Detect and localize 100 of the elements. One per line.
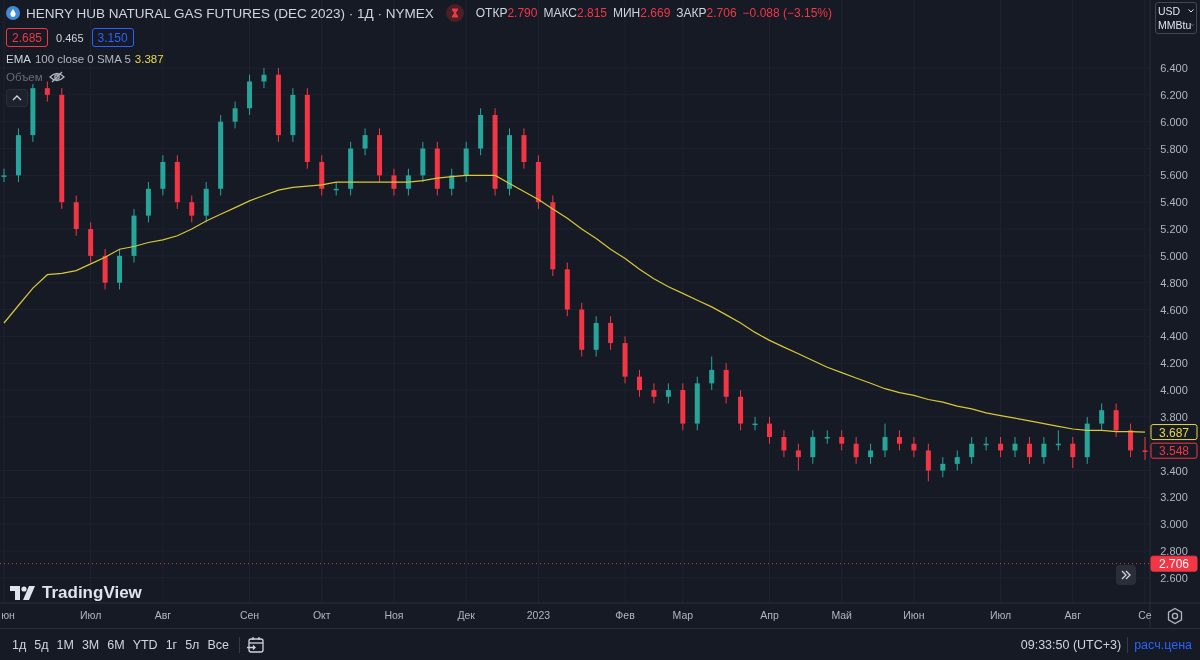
candle bbox=[1012, 436, 1018, 458]
candle bbox=[478, 107, 484, 156]
candle bbox=[521, 127, 527, 170]
price-change: −0.088 (−3.15%) bbox=[742, 6, 832, 20]
candle bbox=[983, 436, 989, 451]
collapse-button[interactable] bbox=[6, 89, 28, 107]
candle bbox=[1070, 436, 1076, 469]
candle bbox=[30, 83, 36, 143]
candle bbox=[377, 127, 382, 183]
x-axis-label: Авг bbox=[1064, 609, 1081, 621]
candle bbox=[333, 181, 339, 196]
x-axis-label: Се bbox=[1138, 609, 1152, 621]
y-axis-label: 3.400 bbox=[1160, 464, 1188, 477]
candle bbox=[362, 127, 368, 156]
y-axis-label: 5.200 bbox=[1160, 223, 1188, 236]
candle bbox=[247, 74, 253, 116]
range-button[interactable]: Все bbox=[203, 635, 233, 654]
candle bbox=[680, 382, 686, 431]
currency-select[interactable]: USD bbox=[1156, 5, 1196, 17]
candle bbox=[463, 141, 469, 183]
range-button[interactable]: 6М bbox=[103, 635, 129, 654]
candle bbox=[998, 436, 1004, 458]
y-axis-label: 5.800 bbox=[1160, 142, 1188, 155]
scroll-to-end-button[interactable] bbox=[1116, 565, 1136, 585]
chevron-down-icon bbox=[1191, 23, 1194, 27]
y-axis-label: 2.600 bbox=[1160, 571, 1188, 584]
ref-line-label: 2.706 bbox=[1158, 557, 1190, 572]
range-button[interactable]: 5д bbox=[30, 635, 53, 654]
symbol-title: HENRY HUB NATURAL GAS FUTURES (DEC 2023) · 1Д · NYMEX bbox=[26, 5, 434, 21]
candle bbox=[767, 416, 772, 445]
y-axis-label: 6.400 bbox=[1160, 62, 1188, 75]
unit-select[interactable]: MMBtu bbox=[1156, 19, 1196, 31]
candle bbox=[896, 429, 902, 451]
x-axis-label: Дек bbox=[457, 609, 475, 621]
x-axis-label: Сен bbox=[239, 609, 260, 621]
candle bbox=[434, 141, 440, 196]
candle bbox=[694, 376, 700, 431]
range-button[interactable]: 1М bbox=[52, 635, 78, 654]
y-axis-label: 3.000 bbox=[1160, 518, 1188, 531]
candle bbox=[44, 80, 50, 103]
candle bbox=[507, 127, 512, 196]
candle bbox=[622, 335, 628, 384]
candle bbox=[940, 456, 946, 478]
candle bbox=[954, 449, 960, 472]
candle bbox=[102, 248, 108, 290]
x-axis-label: Июл bbox=[80, 609, 102, 621]
bid-price[interactable]: 2.685 bbox=[6, 28, 49, 47]
calendar-icon[interactable] bbox=[245, 634, 266, 655]
candle bbox=[608, 315, 614, 351]
settings-icon[interactable] bbox=[1166, 607, 1184, 625]
hidden-eye-icon[interactable] bbox=[48, 71, 65, 83]
candle bbox=[853, 436, 859, 465]
candle bbox=[868, 443, 874, 465]
range-button[interactable]: 1г bbox=[161, 635, 182, 654]
x-axis-label: Июл bbox=[989, 609, 1012, 621]
candle bbox=[882, 423, 888, 458]
candle bbox=[1026, 436, 1032, 465]
chevron-down-icon bbox=[1188, 9, 1194, 13]
candle bbox=[290, 87, 296, 143]
candle bbox=[781, 429, 787, 458]
candle bbox=[839, 429, 845, 451]
candle bbox=[1, 168, 7, 183]
spread-value: 0.465 bbox=[55, 30, 85, 46]
ask-price[interactable]: 3.150 bbox=[91, 28, 134, 47]
flame-icon bbox=[6, 6, 20, 20]
y-axis-label: 4.000 bbox=[1160, 384, 1188, 397]
candle bbox=[637, 369, 642, 398]
candle bbox=[232, 101, 238, 129]
y-axis-label: 4.200 bbox=[1160, 357, 1188, 370]
price-source-link[interactable]: расч.цена bbox=[1134, 637, 1192, 652]
candle bbox=[348, 141, 354, 196]
candle bbox=[1142, 436, 1148, 461]
candle bbox=[535, 154, 541, 210]
ohlc-value: ЗАКР2.706 bbox=[676, 6, 737, 20]
x-axis-label: Ноя bbox=[384, 609, 404, 621]
candle bbox=[131, 208, 137, 264]
y-axis-label: 6.200 bbox=[1160, 88, 1188, 101]
candle bbox=[203, 181, 209, 223]
candle bbox=[925, 443, 931, 482]
candle bbox=[1113, 403, 1119, 438]
y-axis-label: 5.400 bbox=[1160, 196, 1188, 209]
range-button[interactable]: 1д bbox=[8, 635, 31, 654]
logo-icon bbox=[10, 586, 36, 600]
candle bbox=[564, 262, 570, 317]
ohlc-value: ОТКР2.790 bbox=[475, 6, 538, 20]
candle bbox=[145, 181, 151, 223]
indicator-value: 3.387 bbox=[134, 53, 164, 65]
candle bbox=[738, 389, 744, 431]
range-button[interactable]: 5л bbox=[181, 635, 204, 654]
candle bbox=[795, 443, 801, 472]
price-label: 2.706 bbox=[1150, 555, 1198, 572]
candle bbox=[174, 154, 180, 210]
candle bbox=[88, 221, 94, 264]
candle bbox=[189, 195, 195, 223]
range-button[interactable]: 3М bbox=[77, 635, 104, 654]
candle bbox=[651, 382, 657, 404]
candle bbox=[449, 168, 455, 196]
price-label: 3.548 bbox=[1150, 442, 1198, 459]
candle bbox=[723, 362, 729, 404]
range-button[interactable]: YTD bbox=[128, 635, 162, 654]
